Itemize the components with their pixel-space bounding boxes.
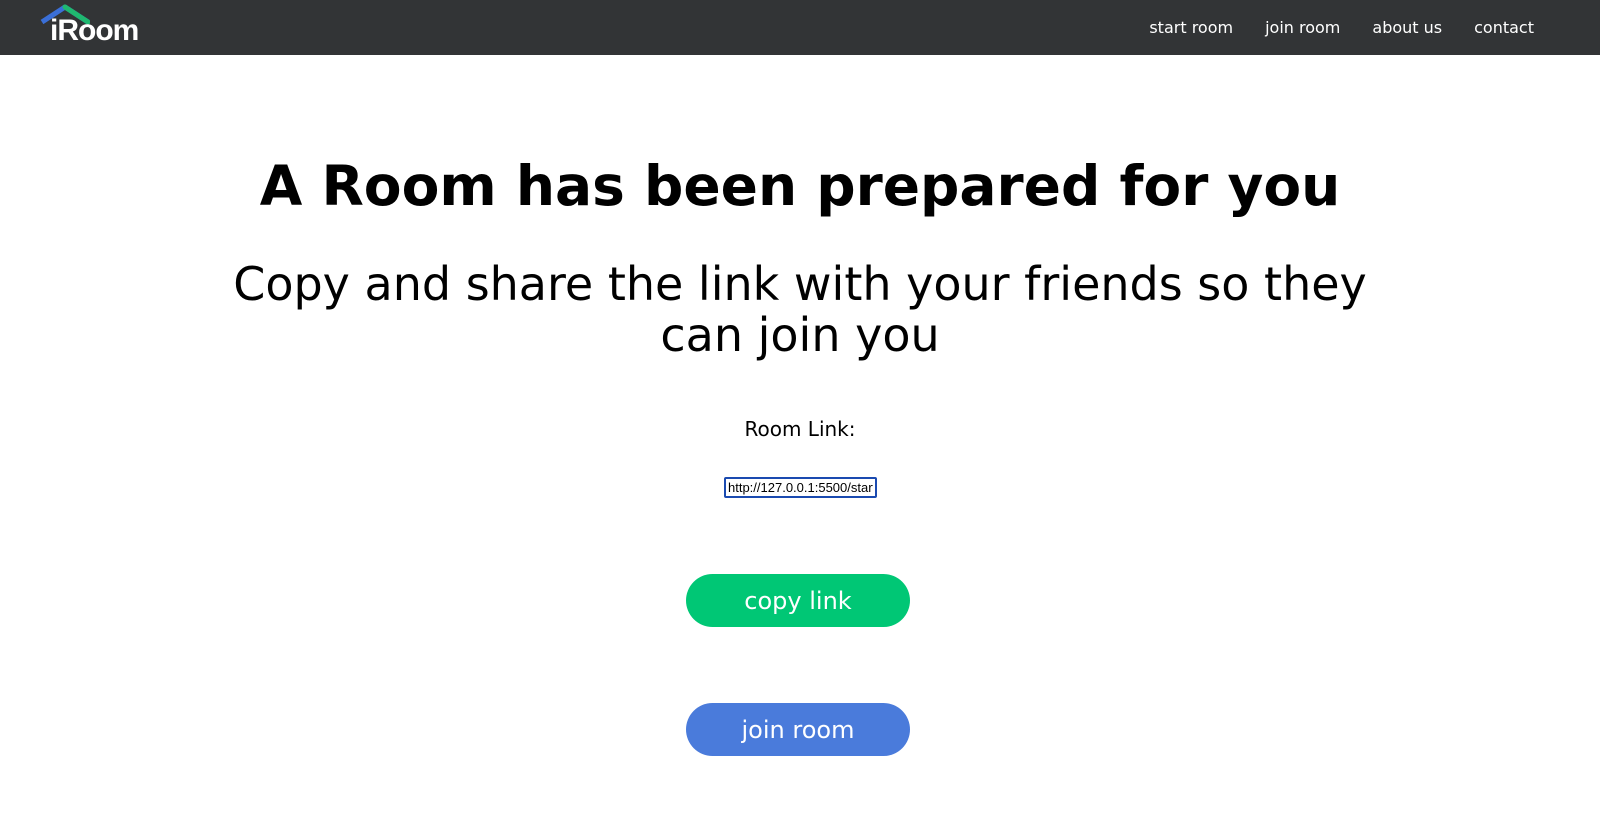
nav-link-start-room[interactable]: start room xyxy=(1149,18,1233,37)
brand-name: iRoom xyxy=(50,14,139,47)
nav-link-about-us[interactable]: about us xyxy=(1372,18,1442,37)
nav-link-join-room[interactable]: join room xyxy=(1265,18,1340,37)
room-link-label: Room Link: xyxy=(744,417,856,441)
page-title: A Room has been prepared for you xyxy=(259,154,1341,218)
nav-menu: start room join room about us contact xyxy=(1149,0,1534,55)
copy-link-button[interactable]: copy link xyxy=(686,574,910,627)
join-room-button[interactable]: join room xyxy=(686,703,910,756)
brand-logo[interactable]: iRoom xyxy=(40,4,152,50)
top-navbar: iRoom start room join room about us cont… xyxy=(0,0,1600,55)
page-subtitle: Copy and share the link with your friend… xyxy=(233,257,1367,362)
nav-link-contact[interactable]: contact xyxy=(1474,18,1534,37)
room-link-input[interactable] xyxy=(724,477,877,498)
